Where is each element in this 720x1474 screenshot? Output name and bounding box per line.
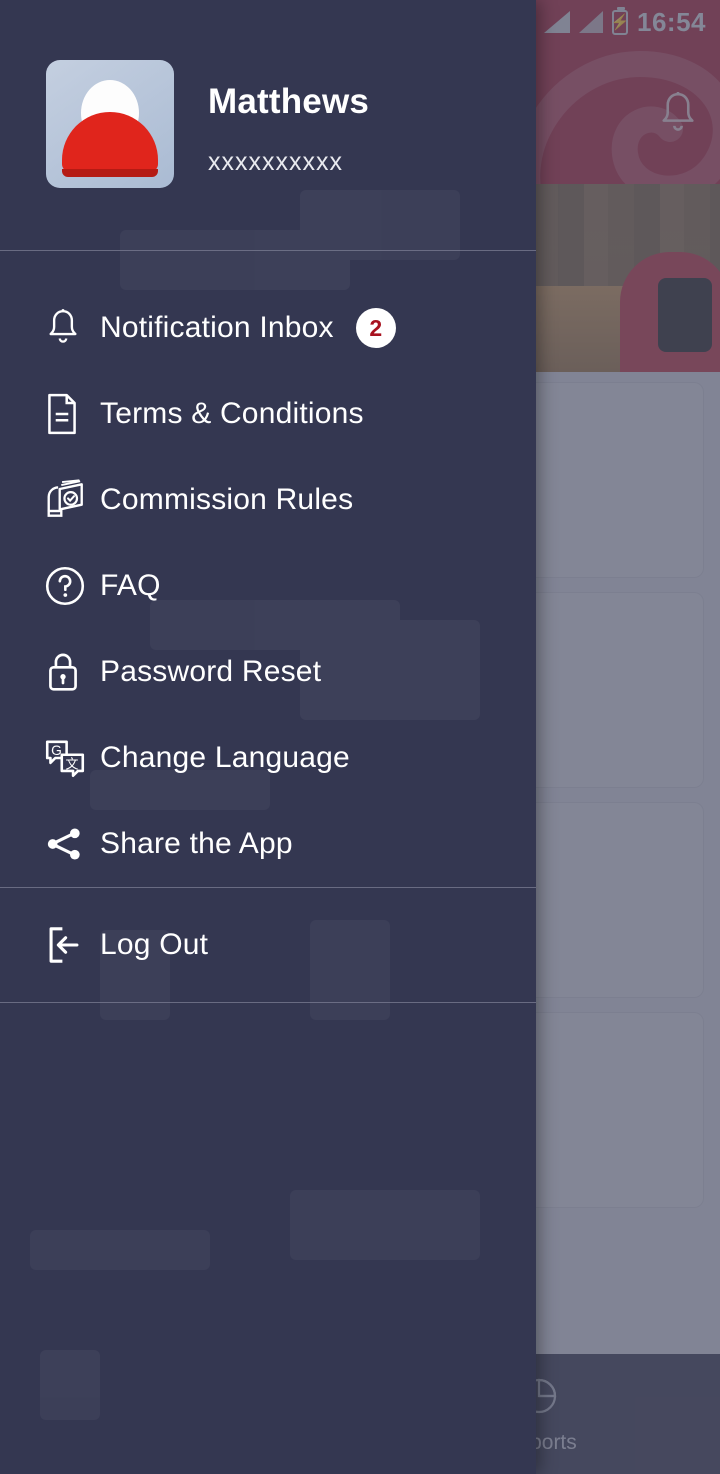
document-icon [44,392,100,436]
menu-item-notification-inbox[interactable]: Notification Inbox 2 [0,285,536,371]
menu-item-label: Log Out [100,928,209,961]
menu-item-commission-rules[interactable]: Commission Rules [0,457,536,543]
menu-item-terms-conditions[interactable]: Terms & Conditions [0,371,536,457]
user-avatar-icon [46,60,174,188]
drawer-empty-space [0,1003,536,1474]
notification-count-badge: 2 [355,308,396,348]
profile-msisdn: xxxxxxxxxx [208,148,343,176]
translate-icon: G 文 [44,737,100,779]
menu-item-change-language[interactable]: G 文 Change Language [0,715,536,801]
menu-item-password-reset[interactable]: Password Reset [0,629,536,715]
menu-item-share-the-app[interactable]: Share the App [0,801,536,887]
drawer-logout-section: Log Out [0,888,536,1002]
menu-item-label: Terms & Conditions [100,397,364,430]
bell-icon [44,307,100,349]
svg-text:文: 文 [65,756,78,771]
drawer-menu-list: Notification Inbox 2 Terms & Conditions [0,251,536,887]
share-icon [44,824,100,864]
logout-icon [44,924,100,966]
menu-item-label: Commission Rules [100,483,354,516]
svg-text:G: G [51,743,62,758]
menu-item-log-out[interactable]: Log Out [0,888,536,1002]
drawer-profile-header[interactable]: Matthews xxxxxxxxxx [0,0,536,250]
navigation-drawer: Matthews xxxxxxxxxx Notification Inbox 2 [0,0,536,1474]
profile-name: Matthews [208,82,370,121]
menu-item-label: Share the App [100,827,293,860]
menu-item-label: Change Language [100,741,350,774]
menu-item-label: FAQ [100,569,161,602]
divider [0,1002,536,1003]
question-circle-icon [44,565,100,607]
lock-icon [44,650,100,694]
menu-item-label: Notification Inbox [100,311,334,344]
menu-item-label: Password Reset [100,655,322,688]
hand-money-icon [44,479,100,521]
menu-item-faq[interactable]: FAQ [0,543,536,629]
